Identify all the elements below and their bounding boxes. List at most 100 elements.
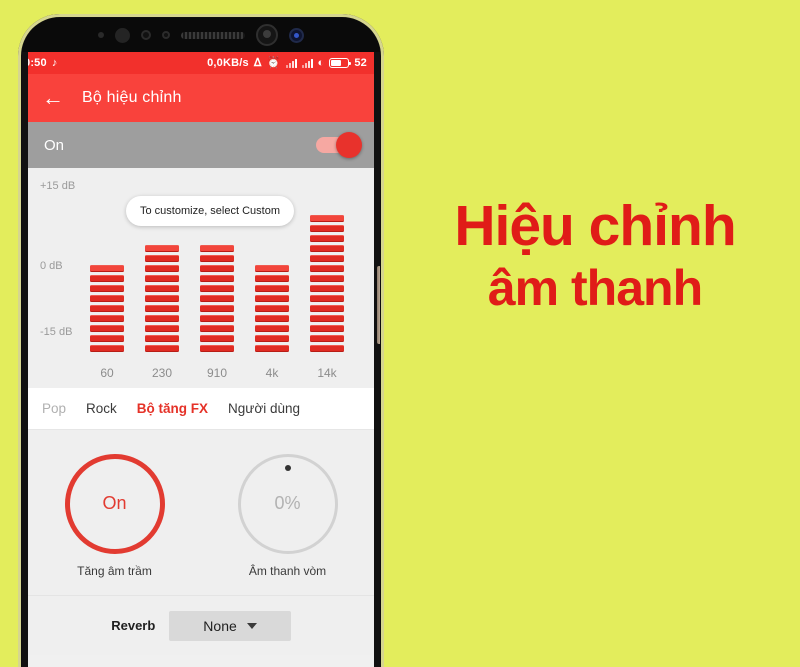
battery-icon — [329, 58, 352, 68]
equalizer-segment — [90, 265, 124, 272]
reverb-label: Reverb — [111, 618, 156, 633]
battery-level-text: 52 — [354, 57, 367, 69]
equalizer-segment — [145, 245, 179, 252]
equalizer-segment — [255, 295, 289, 302]
equalizer-segment — [90, 305, 124, 312]
equalizer-segment — [255, 315, 289, 322]
equalizer-enable-row[interactable]: On — [28, 122, 374, 168]
equalizer-band-slider[interactable] — [145, 245, 179, 352]
surround-knob[interactable]: 0% — [237, 453, 338, 554]
status-bar-right: 0,0KB/s ᐃ ⏰ ◐ 52 — [207, 57, 367, 69]
chevron-down-icon — [246, 622, 257, 629]
surround-value: 0% — [274, 493, 301, 513]
equalizer-segment — [145, 255, 179, 262]
bass-boost-control[interactable]: On Tăng âm trầm — [64, 453, 165, 578]
equalizer-segment — [310, 325, 344, 332]
equalizer-segment — [200, 335, 234, 342]
network-speed-text: 0,0KB/s — [207, 57, 249, 69]
back-arrow-icon[interactable]: ← — [42, 87, 64, 109]
frequency-label: 230 — [151, 366, 173, 380]
equalizer-segment — [90, 275, 124, 282]
db-label-zero: 0 dB — [40, 260, 63, 272]
frequency-label: 910 — [206, 366, 228, 380]
equalizer-segment — [145, 275, 179, 282]
headline-line-1: Hiệu chỉnh — [454, 194, 736, 258]
equalizer-segment — [310, 245, 344, 252]
equalizer-segment — [310, 305, 344, 312]
equalizer-segment — [310, 315, 344, 322]
equalizer-segment — [200, 345, 234, 352]
equalizer-segment — [90, 335, 124, 342]
equalizer-tooltip: To customize, select Custom — [126, 196, 294, 226]
surround-label: Âm thanh vòm — [248, 563, 327, 578]
iris-sensor-icon — [141, 30, 151, 40]
equalizer-segment — [90, 295, 124, 302]
alarm-clock-icon: ⏰ — [266, 56, 281, 69]
headline-line-2: âm thanh — [487, 260, 703, 317]
equalizer-segment — [310, 285, 344, 292]
equalizer-segment — [200, 285, 234, 292]
tab-người-dùng[interactable]: Người dùng — [228, 401, 300, 416]
tab-bộ-tăng-fx[interactable]: Bộ tăng FX — [137, 401, 208, 416]
phone-screen: 0:50 ♪ 0,0KB/s ᐃ ⏰ ◐ 52 — [28, 52, 374, 667]
bass-boost-knob[interactable]: On — [64, 453, 165, 554]
bass-boost-value: On — [102, 493, 127, 513]
reverb-row: Reverb None — [28, 595, 374, 655]
equalizer-segment — [255, 325, 289, 332]
db-label-max: +15 dB — [40, 180, 76, 192]
equalizer-band-slider[interactable] — [90, 265, 124, 352]
reverb-value: None — [203, 617, 237, 634]
equalizer-segment — [145, 335, 179, 342]
equalizer-segment — [200, 245, 234, 252]
equalizer-segment — [90, 345, 124, 352]
status-bar: 0:50 ♪ 0,0KB/s ᐃ ⏰ ◐ 52 — [28, 52, 374, 74]
status-time: 0:50 — [28, 57, 47, 69]
earpiece-speaker-icon — [181, 31, 245, 39]
equalizer-band-slider[interactable] — [200, 245, 234, 352]
signal-bars-icon — [301, 58, 313, 68]
equalizer-segment — [255, 335, 289, 342]
equalizer-segment — [310, 235, 344, 242]
equalizer-segment — [200, 295, 234, 302]
equalizer-frequency-labels: 60 230 910 4k 14k — [90, 366, 344, 380]
equalizer-segment — [200, 315, 234, 322]
promo-headline: Hiệu chỉnh âm thanh — [400, 196, 790, 315]
equalizer-toggle-switch[interactable] — [316, 132, 362, 158]
tab-pop[interactable]: Pop — [42, 401, 66, 416]
equalizer-segment — [310, 345, 344, 352]
surround-control[interactable]: 0% Âm thanh vòm — [237, 453, 338, 578]
phone-device: 0:50 ♪ 0,0KB/s ᐃ ⏰ ◐ 52 — [18, 14, 384, 667]
screenshot-root: 0:50 ♪ 0,0KB/s ᐃ ⏰ ◐ 52 — [0, 0, 800, 667]
frequency-label: 14k — [317, 366, 337, 380]
wifi-icon: ◐ — [317, 56, 325, 69]
page-title: Bộ hiệu chỉnh — [82, 89, 182, 106]
equalizer-segment — [310, 225, 344, 232]
equalizer-segment — [200, 265, 234, 272]
phone-bezel: 0:50 ♪ 0,0KB/s ᐃ ⏰ ◐ 52 — [22, 18, 380, 667]
equalizer-band-slider[interactable] — [255, 265, 289, 352]
equalizer-segment — [255, 265, 289, 272]
equalizer-band-slider[interactable] — [310, 215, 344, 352]
equalizer-segment — [200, 275, 234, 282]
equalizer-segment — [145, 315, 179, 322]
equalizer-panel: +15 dB 0 dB -15 dB 60 230 910 4k 14k To cust… — [28, 168, 374, 388]
proximity-sensor-icon — [98, 32, 104, 38]
equalizer-segment — [255, 345, 289, 352]
db-label-min: -15 dB — [40, 326, 73, 338]
effects-panel: On Tăng âm trầm 0% Âm thanh vòm — [28, 430, 374, 595]
equalizer-segment — [145, 345, 179, 352]
equalizer-segment — [90, 325, 124, 332]
equalizer-segment — [200, 325, 234, 332]
equalizer-segment — [255, 275, 289, 282]
frequency-label: 4k — [265, 366, 279, 380]
preset-tabs: Pop Rock Bộ tăng FX Người dùng — [28, 388, 374, 430]
bass-boost-label: Tăng âm trầm — [77, 563, 152, 578]
equalizer-segment — [255, 305, 289, 312]
phone-top-sensors — [22, 18, 380, 52]
equalizer-segment — [90, 285, 124, 292]
equalizer-segment — [200, 305, 234, 312]
reverb-dropdown[interactable]: None — [169, 610, 291, 641]
tab-rock[interactable]: Rock — [86, 401, 117, 416]
equalizer-segment — [145, 325, 179, 332]
power-button[interactable] — [377, 266, 380, 344]
